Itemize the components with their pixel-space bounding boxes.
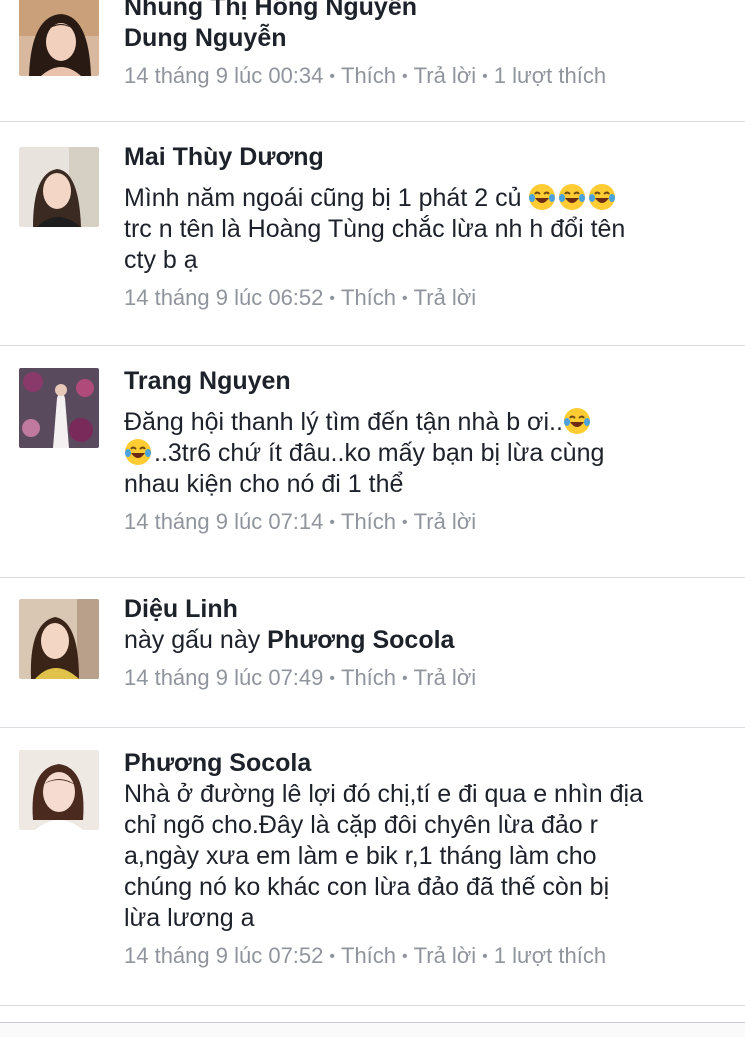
reply-link[interactable]: Trả lời: [414, 943, 477, 968]
comment-item: Trang Nguyen Đăng hội thanh lý tìm đến t…: [0, 346, 745, 578]
comment-feed: Nhung Thị Hồng Nguyễn Dung Nguyễn 14 thá…: [0, 0, 745, 1037]
comment-author[interactable]: Mai Thùy Dương: [124, 142, 725, 173]
separator-dot: •: [482, 948, 488, 965]
comment-timestamp[interactable]: 14 tháng 9 lúc 07:14: [124, 509, 323, 534]
reply-link[interactable]: Trả lời: [414, 285, 477, 310]
comment-text-line: này gấu này: [124, 626, 261, 654]
comment-text-line: a,ngày xưa em làm e bik r,1 tháng làm ch…: [124, 842, 597, 870]
next-comment-edge: [0, 1022, 745, 1037]
comment-text: Mình năm ngoái cũng bị 1 phát 2 củ trc n…: [124, 183, 725, 276]
avatar[interactable]: [19, 750, 99, 830]
avatar[interactable]: [19, 147, 99, 227]
comment-text-line: lừa lương a: [124, 904, 255, 932]
comment-text-line: Nhà ở đường lê lợi đó chị,tí e đi qua e …: [124, 780, 644, 808]
like-link[interactable]: Thích: [341, 509, 396, 534]
laughing-tears-emoji-icon: [563, 408, 590, 434]
like-link[interactable]: Thích: [341, 943, 396, 968]
comment-author-top[interactable]: Nhung Thị Hồng Nguyễn: [124, 0, 725, 23]
comment-text-line: ..3tr6 chứ ít đâu..ko mấy bạn bị lừa cùn…: [154, 439, 605, 467]
laughing-tears-emoji-icon: [529, 184, 556, 210]
comment-item: Mai Thùy Dương Mình năm ngoái cũng bị 1 …: [0, 122, 745, 346]
comment-text-line: nhau kiện cho nó đi 1 thể: [124, 470, 404, 498]
comment-text: Nhà ở đường lê lợi đó chị,tí e đi qua e …: [124, 779, 725, 934]
separator-dot: •: [402, 68, 408, 85]
separator-dot: •: [402, 948, 408, 965]
like-link[interactable]: Thích: [341, 665, 396, 690]
separator-dot: •: [402, 670, 408, 687]
comment-author[interactable]: Dung Nguyễn: [124, 23, 725, 54]
comment-timestamp[interactable]: 14 tháng 9 lúc 07:49: [124, 665, 323, 690]
like-link[interactable]: Thích: [341, 63, 396, 88]
avatar[interactable]: [19, 0, 99, 76]
separator-dot: •: [402, 514, 408, 531]
comment-text: Đăng hội thanh lý tìm đến tận nhà b ơi..…: [124, 407, 725, 500]
comment-meta: 14 tháng 9 lúc 00:34 • Thích • Trả lời • 1 lượ…: [124, 62, 725, 91]
likes-count[interactable]: 1 lượt thích: [494, 63, 606, 88]
likes-count[interactable]: 1 lượt thích: [494, 943, 606, 968]
comment-item: Diệu Linh này gấu này Phương Socola 14 t…: [0, 578, 745, 728]
reply-link[interactable]: Trả lời: [414, 665, 477, 690]
comment-meta: 14 tháng 9 lúc 06:52 • Thích • Trả lời: [124, 284, 725, 313]
comment-timestamp[interactable]: 14 tháng 9 lúc 07:52: [124, 943, 323, 968]
avatar[interactable]: [19, 368, 99, 448]
comment-author[interactable]: Trang Nguyen: [124, 366, 725, 397]
laughing-tears-emoji-icon: [559, 184, 586, 210]
laughing-tears-emoji-icon: [125, 439, 151, 465]
comment-text-line: trc n tên là Hoàng Tùng chắc lừa nh h đổ…: [124, 215, 626, 243]
comment-meta: 14 tháng 9 lúc 07:14 • Thích • Trả lời: [124, 508, 725, 537]
separator-dot: •: [329, 670, 335, 687]
separator-dot: •: [329, 290, 335, 307]
comment-meta: 14 tháng 9 lúc 07:49 • Thích • Trả lời: [124, 664, 725, 693]
separator-dot: •: [482, 68, 488, 85]
reply-link[interactable]: Trả lời: [414, 63, 477, 88]
mention-link[interactable]: Phương Socola: [267, 626, 454, 654]
comment-timestamp[interactable]: 14 tháng 9 lúc 00:34: [124, 63, 323, 88]
comment-text-line: cty b ạ: [124, 246, 198, 274]
comment-author[interactable]: Phương Socola: [124, 748, 725, 779]
like-link[interactable]: Thích: [341, 285, 396, 310]
separator-dot: •: [329, 948, 335, 965]
laughing-tears-emoji-icon: [589, 184, 616, 210]
comment-text-line: Mình năm ngoái cũng bị 1 phát 2 củ: [124, 184, 522, 212]
separator-dot: •: [402, 290, 408, 307]
comment-timestamp[interactable]: 14 tháng 9 lúc 06:52: [124, 285, 323, 310]
separator-dot: •: [329, 68, 335, 85]
comment-text: này gấu này Phương Socola: [124, 625, 725, 656]
comment-text-line: chỉ ngõ cho.Đây là cặp đôi chyên lừa đảo…: [124, 811, 598, 839]
separator-dot: •: [329, 514, 335, 531]
comment-author[interactable]: Diệu Linh: [124, 594, 725, 625]
comment-item: Phương Socola Nhà ở đường lê lợi đó chị,…: [0, 728, 745, 1006]
comment-item: Nhung Thị Hồng Nguyễn Dung Nguyễn 14 thá…: [0, 0, 745, 122]
reply-link[interactable]: Trả lời: [414, 509, 477, 534]
avatar[interactable]: [19, 599, 99, 679]
comment-text-line: Đăng hội thanh lý tìm đến tận nhà b ơi..: [124, 408, 563, 436]
comment-text-line: chúng nó ko khác con lừa đảo đã thế còn …: [124, 873, 610, 901]
comment-meta: 14 tháng 9 lúc 07:52 • Thích • Trả lời • 1 lượ…: [124, 942, 725, 971]
